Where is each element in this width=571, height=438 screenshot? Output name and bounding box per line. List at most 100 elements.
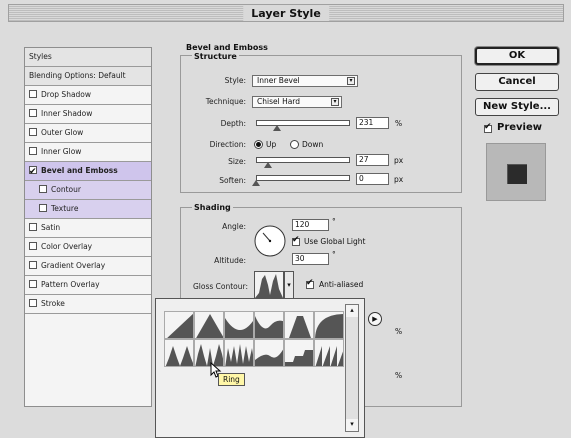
texture-checkbox[interactable] <box>39 204 47 212</box>
preview-checkbox[interactable] <box>484 122 492 133</box>
style-item-label: Drop Shadow <box>41 90 92 99</box>
inner-shadow-checkbox[interactable] <box>29 109 37 117</box>
style-item-label: Outer Glow <box>41 128 84 137</box>
size-unit: px <box>394 156 404 165</box>
bevel-style-select[interactable]: Inner Bevel ▾ <box>252 75 358 87</box>
contour-preset-rounded-steps[interactable] <box>284 339 314 367</box>
style-item-label: Texture <box>51 204 79 213</box>
use-global-light-checkbox[interactable] <box>292 235 300 246</box>
angle-dial[interactable] <box>253 224 287 258</box>
window-title: Layer Style <box>243 6 329 21</box>
blending-options[interactable]: Blending Options: Default <box>25 67 151 86</box>
anti-aliased-checkbox[interactable] <box>306 278 314 289</box>
stroke-checkbox[interactable] <box>29 299 37 307</box>
preview-label: Preview <box>497 122 543 133</box>
depth-field[interactable]: 231 <box>356 117 389 129</box>
ok-button[interactable]: OK <box>475 47 559 65</box>
technique-label: Technique: <box>205 97 246 106</box>
angle-degree: ° <box>332 217 336 226</box>
style-item-pattern-overlay[interactable]: Pattern Overlay <box>25 276 151 295</box>
altitude-degree: ° <box>332 250 336 259</box>
contour-preset-ring-triple[interactable] <box>224 339 254 367</box>
depth-unit: % <box>395 119 403 128</box>
depth-slider-track[interactable] <box>256 120 350 126</box>
scroll-up-arrow-icon[interactable]: ▴ <box>346 305 358 317</box>
style-item-label: Pattern Overlay <box>41 280 100 289</box>
bevel-emboss-checkbox[interactable] <box>29 163 37 181</box>
size-field[interactable]: 27 <box>356 154 389 166</box>
bevel-title: Bevel and Emboss <box>186 43 268 52</box>
contour-preset-ring[interactable] <box>164 339 194 367</box>
pattern-overlay-checkbox[interactable] <box>29 280 37 288</box>
blending-options-label: Blending Options: Default <box>29 71 126 80</box>
contour-preset-half-round[interactable] <box>314 311 344 339</box>
gradient-overlay-checkbox[interactable] <box>29 261 37 269</box>
size-slider-thumb[interactable] <box>264 162 272 168</box>
technique-select[interactable]: Chisel Hard ▾ <box>252 96 342 108</box>
style-item-color-overlay[interactable]: Color Overlay <box>25 238 151 257</box>
new-style-button[interactable]: New Style... <box>475 98 559 116</box>
gloss-contour-swatch[interactable] <box>254 271 284 299</box>
contour-picker: ▴ ▾ <box>155 298 365 438</box>
soften-slider-thumb[interactable] <box>252 180 260 186</box>
soften-field[interactable]: 0 <box>356 173 389 185</box>
inner-glow-checkbox[interactable] <box>29 147 37 155</box>
style-item-label: Satin <box>41 223 61 232</box>
contour-checkbox[interactable] <box>39 185 47 193</box>
angle-field[interactable]: 120 <box>292 219 329 231</box>
styles-header-label: Styles <box>29 52 52 61</box>
picker-scrollbar[interactable]: ▴ ▾ <box>345 304 359 432</box>
style-item-drop-shadow[interactable]: Drop Shadow <box>25 86 151 105</box>
outer-glow-checkbox[interactable] <box>29 128 37 136</box>
picker-menu-button[interactable]: ▶ <box>368 312 382 326</box>
style-item-label: Color Overlay <box>41 242 93 251</box>
color-overlay-checkbox[interactable] <box>29 242 37 250</box>
drop-shadow-checkbox[interactable] <box>29 90 37 98</box>
contour-preset-sawtooth[interactable] <box>314 339 344 367</box>
style-item-label: Gradient Overlay <box>41 261 106 270</box>
contour-tooltip: Ring <box>218 373 245 386</box>
style-label: Style: <box>224 76 246 85</box>
direction-label: Direction: <box>209 140 246 149</box>
cancel-button[interactable]: Cancel <box>475 73 559 91</box>
style-item-bevel-emboss[interactable]: Bevel and Emboss <box>25 162 151 181</box>
technique-value: Chisel Hard <box>257 97 301 106</box>
depth-slider-thumb[interactable] <box>273 125 281 131</box>
contour-preset-linear[interactable] <box>164 311 194 339</box>
style-item-satin[interactable]: Satin <box>25 219 151 238</box>
direction-down-radio[interactable] <box>290 140 299 149</box>
contour-preset-cone[interactable] <box>194 311 224 339</box>
direction-up-label: Up <box>266 140 277 149</box>
soften-slider-track[interactable] <box>256 175 350 181</box>
satin-checkbox[interactable] <box>29 223 37 231</box>
style-item-stroke[interactable]: Stroke <box>25 295 151 314</box>
style-item-inner-shadow[interactable]: Inner Shadow <box>25 105 151 124</box>
chevron-down-icon: ▾ <box>287 281 291 289</box>
structure-title: Structure <box>192 52 239 61</box>
layer-style-dialog: Layer Style Styles Blending Options: Def… <box>0 0 571 438</box>
styles-header[interactable]: Styles <box>25 48 151 67</box>
style-item-inner-glow[interactable]: Inner Glow <box>25 143 151 162</box>
style-item-contour[interactable]: Contour <box>25 181 151 200</box>
bevel-style-value: Inner Bevel <box>257 76 300 85</box>
preview-sample <box>507 164 527 184</box>
contour-preset-cove-shallow[interactable] <box>254 311 284 339</box>
gloss-contour-dropdown[interactable]: ▾ <box>284 271 294 299</box>
depth-label: Depth: <box>220 119 246 128</box>
style-item-label: Inner Shadow <box>41 109 93 118</box>
style-item-gradient-overlay[interactable]: Gradient Overlay <box>25 257 151 276</box>
soften-unit: px <box>394 175 404 184</box>
preview-swatch <box>486 143 546 201</box>
direction-up-radio[interactable] <box>254 140 263 149</box>
scroll-down-arrow-icon[interactable]: ▾ <box>346 419 358 431</box>
contour-preset-cove-deep[interactable] <box>224 311 254 339</box>
style-item-outer-glow[interactable]: Outer Glow <box>25 124 151 143</box>
contour-preset-rolling-slope[interactable] <box>254 339 284 367</box>
direction-down-label: Down <box>302 140 324 149</box>
angle-label: Angle: <box>222 222 246 231</box>
anti-aliased-label: Anti-aliased <box>319 280 364 289</box>
style-item-texture[interactable]: Texture <box>25 200 151 219</box>
altitude-field[interactable]: 30 <box>292 253 329 265</box>
contour-preset-gaussian[interactable] <box>284 311 314 339</box>
title-bar[interactable]: Layer Style <box>8 4 564 22</box>
